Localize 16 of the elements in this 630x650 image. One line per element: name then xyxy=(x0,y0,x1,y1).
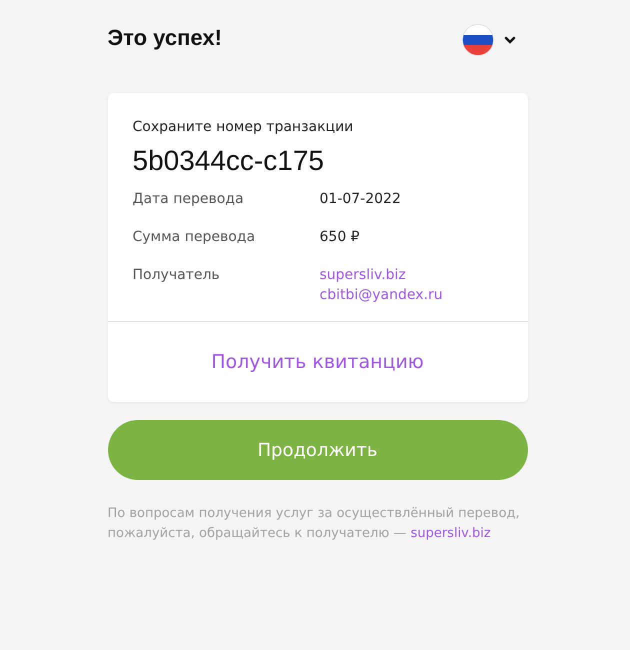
page-title: Это успех! xyxy=(108,25,222,51)
receipt-link[interactable]: Получить квитанцию xyxy=(211,351,424,373)
continue-button[interactable]: Продолжить xyxy=(108,420,528,480)
detail-value: 650 ₽ xyxy=(320,229,360,245)
detail-label: Получатель xyxy=(132,267,221,285)
transaction-id: 5b0344cc-c175 xyxy=(132,145,325,177)
recipient-link[interactable]: supersliv.biz xyxy=(410,526,491,541)
detail-label: Дата перевода xyxy=(132,191,245,207)
chevron-down-icon xyxy=(504,36,516,44)
russian-flag-icon xyxy=(462,24,494,56)
detail-label: Сумма перевода xyxy=(132,229,256,245)
detail-value: 01-07-2022 xyxy=(320,191,401,207)
caption: Сохраните номер транзакции xyxy=(132,119,354,135)
recipient-link[interactable]: supersliv.biz xyxy=(320,267,406,283)
recipient-link[interactable]: cbitbi@yandex.ru xyxy=(320,287,443,303)
footer-note: По вопросам получения услуг за осуществлённый перевод, пожалуйста, обращайтесь к получателю — supersliv.biz xyxy=(108,505,521,543)
